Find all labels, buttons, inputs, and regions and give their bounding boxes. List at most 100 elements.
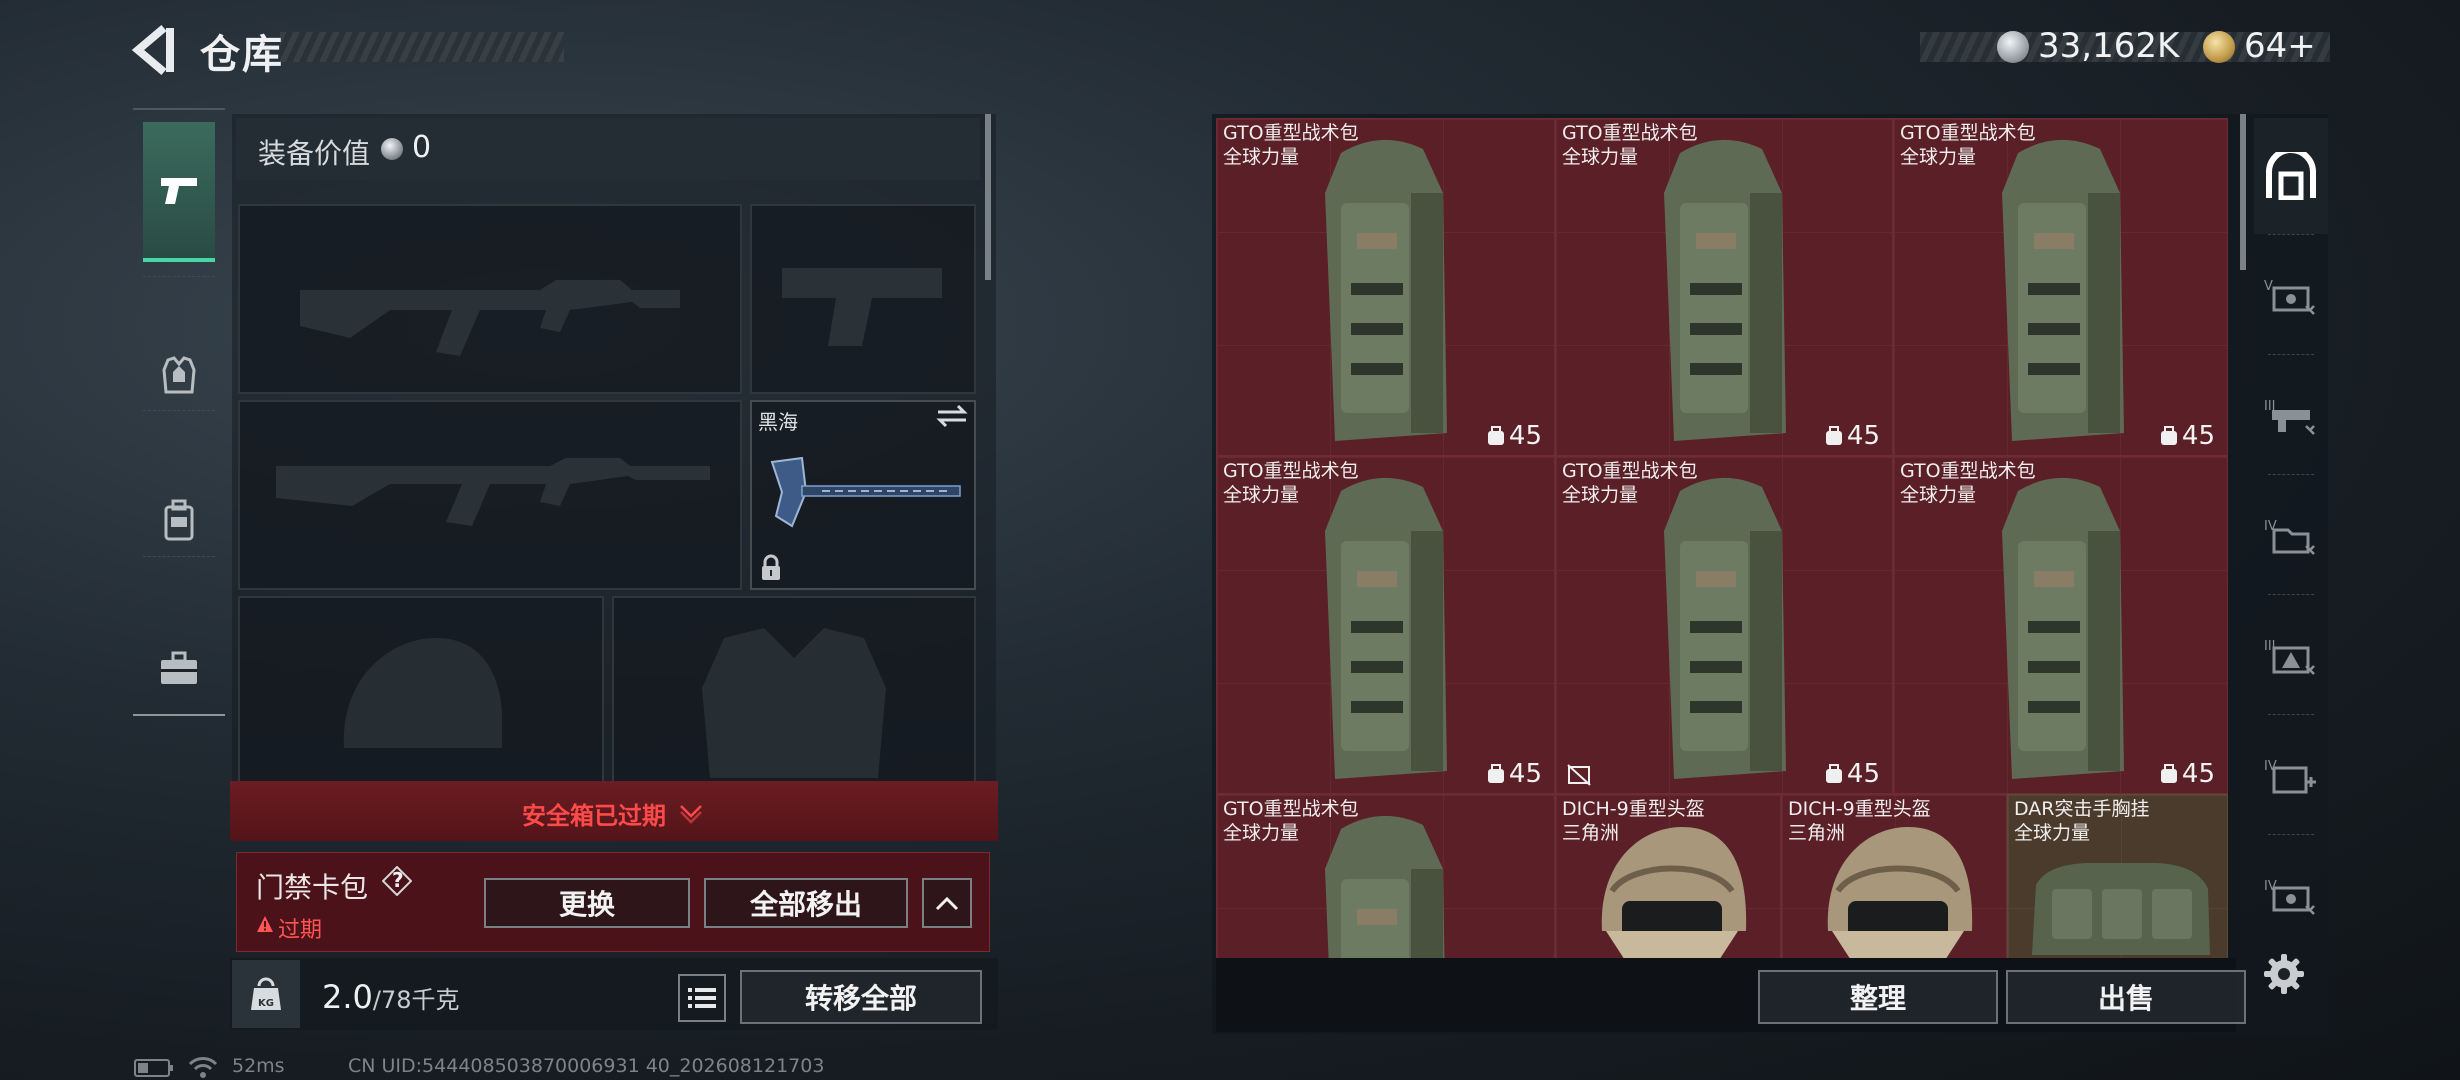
stash-item-backpack[interactable]: GTO重型战术包 全球力量 xyxy=(1216,794,1555,958)
weight-icon-box: KG xyxy=(232,960,300,1028)
transfer-all-button[interactable]: 转移全部 xyxy=(740,970,982,1024)
battery-icon xyxy=(134,1059,173,1077)
item-name: GTO重型战术包 xyxy=(1562,122,1698,144)
tab-backpack[interactable] xyxy=(133,450,225,590)
tab-stash-page-iii-b[interactable]: III xyxy=(2254,598,2328,714)
item-source: 全球力量 xyxy=(1562,146,1639,168)
item-source: 全球力量 xyxy=(1900,146,1977,168)
item-name: GTO重型战术包 xyxy=(1900,460,2036,482)
backpack-capacity-icon xyxy=(1487,426,1504,445)
sell-button[interactable]: 出售 xyxy=(2006,970,2246,1024)
item-capacity: 45 xyxy=(2181,759,2215,789)
sidearm-slot[interactable] xyxy=(750,204,976,394)
ping-text: 52ms xyxy=(232,1055,285,1077)
rifle-silhouette-icon xyxy=(300,280,680,356)
item-source: 三角洲 xyxy=(1562,822,1620,844)
tab-stash-page-iii[interactable]: III xyxy=(2254,358,2328,474)
backpack-item-image xyxy=(2002,477,2124,779)
item-capacity: 45 xyxy=(2181,421,2215,451)
silver-currency-value: 33,162K xyxy=(2038,26,2180,66)
item-source: 全球力量 xyxy=(2014,822,2091,844)
equipment-value: 0 xyxy=(412,130,432,165)
stash-page-iii-icon: III xyxy=(2264,639,2315,675)
backpack-item-image xyxy=(1325,139,1447,441)
tab-case[interactable] xyxy=(133,598,225,738)
secondary-weapon-slot[interactable] xyxy=(238,400,742,590)
backpack-item-image xyxy=(2002,139,2124,441)
item-capacity: 45 xyxy=(1846,421,1880,451)
wifi-icon xyxy=(188,1057,218,1078)
equipment-value-label: 装备价值 xyxy=(258,137,371,170)
backpack-capacity-icon xyxy=(1487,764,1504,783)
item-source: 全球力量 xyxy=(1223,822,1300,844)
tab-weapons[interactable] xyxy=(143,122,215,262)
back-button[interactable] xyxy=(130,22,180,78)
tab-stash-page-iv-b[interactable]: IV xyxy=(2254,718,2328,834)
keycard-expired-status: 过期 xyxy=(278,918,323,943)
stash-item-backpack[interactable]: GTO重型战术包 全球力量 45 xyxy=(1555,118,1893,456)
stash-page-iv-icon: IV xyxy=(2264,759,2316,794)
stash-item-helmet[interactable]: DICH-9重型头盔 三角洲 xyxy=(1555,794,1781,958)
remove-all-button[interactable]: 全部移出 xyxy=(704,878,908,928)
item-source: 全球力量 xyxy=(1900,484,1977,506)
chevron-up-icon xyxy=(935,896,959,911)
safebox-expired-text: 安全箱已过期 xyxy=(522,802,666,830)
keycard-case-name: 门禁卡包 xyxy=(256,871,369,904)
gold-currency-value[interactable]: 64+ xyxy=(2244,26,2316,66)
vest-icon xyxy=(162,356,196,394)
tab-stash-page-iv-c[interactable]: IV xyxy=(2254,838,2328,954)
stash-item-backpack[interactable]: GTO重型战术包 全球力量 45 xyxy=(1216,118,1555,456)
equipment-scrollbar[interactable] xyxy=(985,114,991,280)
replace-button[interactable]: 更换 xyxy=(484,878,690,928)
lock-icon xyxy=(762,554,780,580)
stash-item-backpack[interactable]: GTO重型战术包 全球力量 45 xyxy=(1893,118,2228,456)
stash-item-backpack[interactable]: GTO重型战术包 全球力量 45 xyxy=(1555,456,1893,794)
item-name: GTO重型战术包 xyxy=(1900,122,2036,144)
stash-item-helmet[interactable]: DICH-9重型头盔 三角洲 xyxy=(1781,794,2007,958)
item-capacity: 45 xyxy=(1508,421,1542,451)
svg-text:V: V xyxy=(2264,279,2273,294)
pistol-silhouette-icon xyxy=(782,268,942,346)
settings-gear-icon[interactable] xyxy=(2262,952,2306,996)
weight-max: /78千克 xyxy=(372,986,460,1014)
tab-armor[interactable] xyxy=(133,306,225,446)
item-capacity: 45 xyxy=(1508,759,1542,789)
item-name: DICH-9重型头盔 xyxy=(1562,798,1705,820)
helmet-silhouette-icon xyxy=(343,638,502,748)
back-arrow-icon xyxy=(131,24,174,76)
swap-icon[interactable] xyxy=(936,404,968,428)
page-title: 仓库 xyxy=(200,32,284,78)
stash-item-backpack[interactable]: GTO重型战术包 全球力量 45 xyxy=(1216,456,1555,794)
sort-button[interactable]: 整理 xyxy=(1758,970,1998,1024)
title-decor-strip xyxy=(280,32,564,62)
stash-page-iv-icon: IV xyxy=(2264,879,2315,915)
tab-stash-home[interactable] xyxy=(2254,118,2328,234)
chevron-down-icon[interactable] xyxy=(678,800,704,824)
vest-silhouette-icon xyxy=(702,628,886,778)
tab-stash-page-v[interactable]: V xyxy=(2254,238,2328,354)
help-icon[interactable]: ? xyxy=(381,865,413,897)
item-source: 三角洲 xyxy=(1788,822,1846,844)
backpack-item-image xyxy=(1664,477,1786,779)
stash-item-backpack[interactable]: GTO重型战术包 全球力量 45 xyxy=(1893,456,2228,794)
uid-text: CN UID:544408503870006931 40_20260812170… xyxy=(348,1055,825,1077)
stash-item-chest-rig[interactable]: DAR突击手胸挂 全球力量 xyxy=(2007,794,2228,958)
collapse-button[interactable] xyxy=(922,878,972,928)
stash-scrollbar[interactable] xyxy=(2240,114,2246,270)
stash-page-iii-icon: III xyxy=(2264,399,2315,435)
helmet-slot[interactable] xyxy=(238,596,604,786)
item-source: 全球力量 xyxy=(1223,146,1300,168)
primary-weapon-slot[interactable] xyxy=(238,204,742,394)
list-view-button[interactable] xyxy=(678,974,726,1022)
item-name: DAR突击手胸挂 xyxy=(2014,798,2150,820)
briefcase-icon xyxy=(161,651,197,684)
pistol-icon xyxy=(161,178,197,204)
backpack-capacity-icon xyxy=(1825,764,1842,783)
stash-page-iv-icon: IV xyxy=(2264,519,2315,555)
armor-slot[interactable] xyxy=(612,596,976,786)
tab-stash-page-iv[interactable]: IV xyxy=(2254,478,2328,594)
silver-coin-icon xyxy=(1997,31,2029,63)
item-name: GTO重型战术包 xyxy=(1562,460,1698,482)
item-name: GTO重型战术包 xyxy=(1223,798,1359,820)
kettlebell-icon: KG xyxy=(251,977,281,1010)
